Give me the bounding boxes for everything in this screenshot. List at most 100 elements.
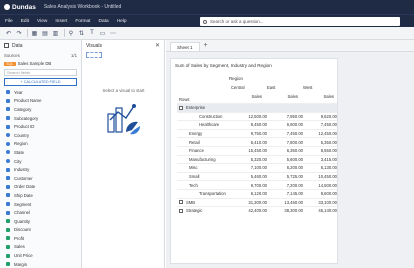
close-icon[interactable]: ✕ [155, 42, 160, 49]
pivot-table: Enterprise Construction 12,500.00 7,950.00 9… [177, 103, 337, 215]
row-header: Tech [189, 183, 198, 188]
table-row[interactable]: Enterprise [177, 103, 337, 112]
table-row[interactable]: SMB 31,300.00 13,450.00 33,100.00 [177, 197, 337, 207]
table-row[interactable]: Strategic 42,400.00 38,300.00 45,140.00 [177, 206, 337, 215]
table-row[interactable]: Transportation 6,120.00 7,145.00 8,600.00 [177, 188, 337, 198]
table-row[interactable]: Retail 6,410.00 7,800.00 5,350.00 [177, 137, 337, 146]
menu-view[interactable]: View [37, 19, 47, 24]
field-item[interactable]: Unit Price [0, 251, 81, 260]
data-panel-title: Data [12, 42, 23, 49]
table-row[interactable]: Healthcare 8,450.00 6,600.00 7,450.00 [177, 120, 337, 129]
sort-icon[interactable]: ⇅ [77, 29, 86, 38]
measure-header: Sales [323, 94, 334, 99]
field-search-input[interactable]: Search fields [4, 69, 77, 76]
chart-icon[interactable]: ▥ [51, 29, 60, 38]
geography-icon [6, 159, 10, 164]
more-icon[interactable]: ⋯ [109, 29, 118, 38]
field-label: Region [14, 141, 28, 147]
column-header[interactable]: East [265, 85, 301, 90]
table-row[interactable]: Manufacturing 5,320.00 5,600.00 3,415.00 [177, 154, 337, 164]
row-label: Finance [189, 148, 204, 154]
field-item[interactable]: Region [0, 140, 81, 149]
add-tab-button[interactable]: + [204, 40, 208, 51]
field-item[interactable]: State [0, 148, 81, 157]
grid-icon[interactable]: ▤ [41, 29, 50, 38]
table-cell: 7,200.00 [286, 182, 303, 188]
field-item[interactable]: Year [0, 88, 81, 97]
field-item[interactable]: Customer [0, 174, 81, 183]
table-cell: 13,450.00 [284, 199, 303, 205]
pivot-sheet[interactable]: Sum of Sales by Segment, Industry and Re… [170, 58, 338, 264]
undo-icon[interactable]: ↶ [4, 29, 13, 38]
field-item[interactable]: Segment [0, 200, 81, 209]
field-item[interactable]: Profit [0, 234, 81, 243]
canvas: Sum of Sales by Segment, Industry and Re… [166, 52, 414, 268]
row-header: Finance [189, 148, 204, 153]
field-item[interactable]: Margin [0, 260, 81, 268]
field-item[interactable]: Industry [0, 165, 81, 174]
table-row[interactable]: Energy 9,750.00 7,450.00 12,450.00 [177, 128, 337, 138]
row-label: Strategic [186, 208, 203, 214]
image-icon[interactable]: ▭ [98, 29, 107, 38]
measure-icon [6, 219, 10, 224]
field-item[interactable]: Product Name [0, 97, 81, 106]
table-cell: 6,350.00 [286, 148, 303, 154]
table-cell: 45,140.00 [318, 208, 337, 214]
table-cell: 5,460.00 [250, 174, 267, 180]
table-row[interactable]: Construction 12,500.00 7,950.00 9,620.00 [177, 111, 337, 121]
dimension-icon [6, 210, 10, 215]
geography-icon [6, 133, 10, 138]
app-logo[interactable]: Dundas [0, 4, 36, 11]
data-source-chip[interactable]: SQL Sales Sample DB [4, 60, 77, 67]
add-calculated-field-button[interactable]: + CALCULATED FIELD [4, 78, 77, 86]
menu-edit[interactable]: Edit [21, 19, 29, 24]
field-item[interactable]: Discount [0, 226, 81, 235]
field-item[interactable]: Product ID [0, 122, 81, 131]
table-row[interactable]: Misc 7,100.00 6,200.00 6,130.00 [177, 163, 337, 172]
table-row[interactable]: Finance 15,450.00 6,350.00 8,550.00 [177, 145, 337, 155]
menu-data[interactable]: Data [99, 19, 109, 24]
visual-placeholder[interactable] [86, 52, 102, 58]
row-label: Small [189, 174, 200, 180]
dimension-icon [6, 202, 10, 207]
field-item[interactable]: Category [0, 105, 81, 114]
measure-icon [6, 244, 10, 249]
column-headers: Central East West [229, 85, 337, 90]
table-cell: 6,200.00 [286, 165, 303, 171]
menu-help[interactable]: Help [117, 19, 127, 24]
field-item[interactable]: Quantity [0, 217, 81, 226]
table-cell: 5,320.00 [250, 156, 267, 162]
tab-sheet-1[interactable]: Sheet 1 [170, 42, 200, 51]
expand-toggle-icon[interactable] [179, 208, 183, 213]
table-cell: 6,130.00 [320, 165, 337, 171]
table-row[interactable]: Tech 9,700.00 7,200.00 14,500.00 [177, 180, 337, 189]
search-input[interactable]: Search or ask a question... [200, 17, 400, 26]
column-header[interactable]: Central [229, 85, 265, 90]
table-icon[interactable]: ▦ [30, 29, 39, 38]
column-header[interactable]: West [301, 85, 337, 90]
row-header: Manufacturing [189, 157, 216, 162]
field-item[interactable]: City [0, 157, 81, 166]
field-label: Industry [14, 167, 30, 173]
filter-icon[interactable]: ⚲ [67, 29, 76, 38]
table-cell: 6,600.00 [286, 122, 303, 128]
menu-format[interactable]: Format [75, 19, 90, 24]
app-name: Dundas [12, 3, 36, 11]
redo-icon[interactable]: ↷ [15, 29, 24, 38]
field-item[interactable]: Country [0, 131, 81, 140]
row-header: Healthcare [199, 122, 219, 127]
table-cell: 7,100.00 [250, 165, 267, 171]
field-item[interactable]: Channel [0, 208, 81, 217]
table-row[interactable]: Small 5,460.00 5,725.00 10,450.00 [177, 171, 337, 181]
menu-file[interactable]: File [5, 19, 13, 24]
field-item[interactable]: Subcategory [0, 114, 81, 123]
field-item[interactable]: Ship Date [0, 191, 81, 200]
field-item[interactable]: Order Date [0, 183, 81, 192]
expand-toggle-icon[interactable] [179, 200, 183, 205]
field-label: Sales [14, 244, 25, 250]
text-icon[interactable]: T [88, 29, 97, 38]
field-item[interactable]: Sales [0, 243, 81, 252]
expand-toggle-icon[interactable] [179, 105, 183, 110]
menu-insert[interactable]: Insert [55, 19, 67, 24]
geography-icon [6, 141, 10, 146]
